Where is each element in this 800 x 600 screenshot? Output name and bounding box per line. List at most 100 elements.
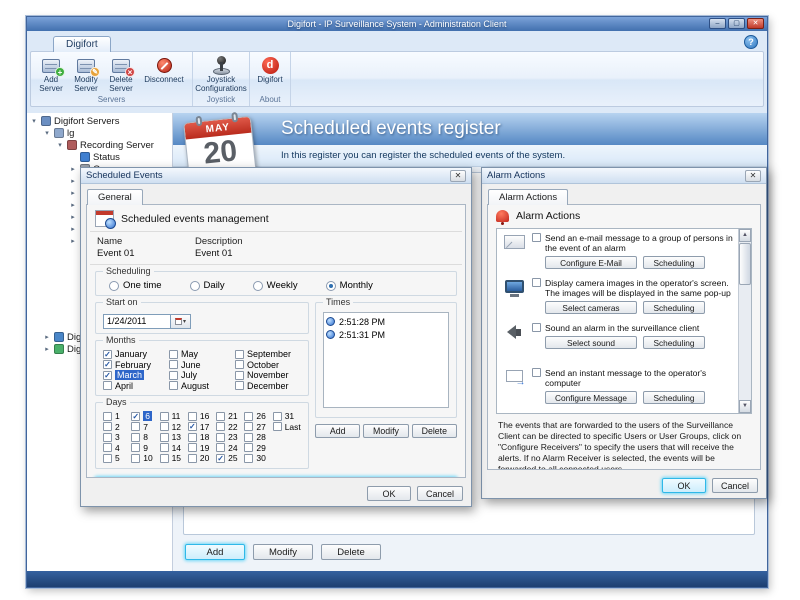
- day-checkbox-19[interactable]: 19: [188, 443, 216, 454]
- month-checkbox-january[interactable]: January: [103, 349, 169, 360]
- tree-expander-icon[interactable]: ▸: [69, 213, 77, 221]
- date-picker-button[interactable]: ▾: [171, 314, 191, 329]
- close-icon[interactable]: [745, 170, 761, 182]
- month-checkbox-august[interactable]: August: [169, 381, 235, 392]
- help-icon[interactable]: ?: [744, 35, 758, 49]
- month-checkbox-march[interactable]: March: [103, 370, 169, 381]
- joystick-configurations-button[interactable]: Joystick Configurations: [197, 54, 245, 94]
- tree-item-status[interactable]: Status: [27, 151, 172, 163]
- action-scheduling-button[interactable]: Scheduling: [643, 301, 705, 314]
- month-checkbox-december[interactable]: December: [235, 381, 301, 392]
- tree-expander-icon[interactable]: ▾: [56, 141, 64, 149]
- action-configure-message-button[interactable]: Configure Message: [545, 391, 637, 404]
- day-checkbox-13[interactable]: 13: [160, 432, 188, 443]
- scheduled-cancel-button[interactable]: Cancel: [417, 486, 463, 501]
- radio-monthly[interactable]: Monthly: [326, 280, 373, 291]
- alarm-cancel-button[interactable]: Cancel: [712, 478, 758, 493]
- day-checkbox-24[interactable]: 24: [216, 443, 244, 454]
- minimize-button[interactable]: –: [709, 18, 726, 29]
- day-checkbox-22[interactable]: 22: [216, 422, 244, 433]
- day-checkbox-7[interactable]: 7: [131, 422, 159, 433]
- tree-expander-icon[interactable]: ▸: [69, 165, 77, 173]
- tree-expander-icon[interactable]: ▸: [43, 333, 51, 341]
- times-modify-button[interactable]: Modify: [363, 424, 408, 438]
- day-checkbox-3[interactable]: 3: [103, 432, 131, 443]
- tree-expander-icon[interactable]: ▸: [69, 201, 77, 209]
- maximize-button[interactable]: ▢: [728, 18, 745, 29]
- month-checkbox-september[interactable]: September: [235, 349, 301, 360]
- checkbox-icon[interactable]: [532, 233, 541, 242]
- day-checkbox-10[interactable]: 10: [131, 453, 159, 464]
- tree-item-lg[interactable]: ▾lg: [27, 127, 172, 139]
- day-checkbox-4[interactable]: 4: [103, 443, 131, 454]
- close-button[interactable]: ✕: [747, 18, 764, 29]
- day-checkbox-28[interactable]: 28: [244, 432, 272, 443]
- disconnect-button[interactable]: Disconnect: [140, 54, 188, 85]
- month-checkbox-october[interactable]: October: [235, 360, 301, 371]
- day-checkbox-11[interactable]: 11: [160, 411, 188, 422]
- window-titlebar[interactable]: Digifort - IP Surveillance System - Admi…: [27, 17, 767, 31]
- times-delete-button[interactable]: Delete: [412, 424, 457, 438]
- scrollbar-thumb[interactable]: [739, 243, 751, 285]
- checkbox-icon[interactable]: [532, 278, 541, 287]
- tree-expander-icon[interactable]: ▸: [69, 177, 77, 185]
- tree-expander-icon[interactable]: ▸: [69, 237, 77, 245]
- checkbox-icon[interactable]: [532, 368, 541, 377]
- scroll-down-icon[interactable]: [739, 400, 751, 413]
- add-server-button[interactable]: + Add Server: [35, 54, 67, 94]
- alarm-ok-button[interactable]: OK: [662, 478, 706, 493]
- action-scheduling-button[interactable]: Scheduling: [643, 256, 705, 269]
- day-checkbox-27[interactable]: 27: [244, 422, 272, 433]
- tree-item-digifort-servers[interactable]: ▾Digifort Servers: [27, 115, 172, 127]
- checkbox-icon[interactable]: [532, 323, 541, 332]
- month-checkbox-june[interactable]: June: [169, 360, 235, 371]
- tree-expander-icon[interactable]: ▾: [30, 117, 38, 125]
- month-checkbox-may[interactable]: May: [169, 349, 235, 360]
- scheduled-ok-button[interactable]: OK: [367, 486, 411, 501]
- day-checkbox-5[interactable]: 5: [103, 453, 131, 464]
- day-checkbox-14[interactable]: 14: [160, 443, 188, 454]
- day-checkbox-31[interactable]: 31: [273, 411, 301, 422]
- description-value[interactable]: Event 01: [195, 248, 233, 259]
- day-checkbox-16[interactable]: 16: [188, 411, 216, 422]
- modify-event-button[interactable]: Modify: [253, 544, 313, 560]
- tree-expander-icon[interactable]: ▸: [43, 345, 51, 353]
- time-entry[interactable]: 2:51:31 PM: [326, 328, 446, 341]
- day-checkbox-18[interactable]: 18: [188, 432, 216, 443]
- day-checkbox-30[interactable]: 30: [244, 453, 272, 464]
- action-configure-e-mail-button[interactable]: Configure E-Mail: [545, 256, 637, 269]
- tab-alarm-actions[interactable]: Alarm Actions: [488, 189, 568, 205]
- day-checkbox-15[interactable]: 15: [160, 453, 188, 464]
- day-checkbox-8[interactable]: 8: [131, 432, 159, 443]
- day-checkbox-26[interactable]: 26: [244, 411, 272, 422]
- add-event-button[interactable]: Add: [185, 544, 245, 560]
- day-checkbox-21[interactable]: 21: [216, 411, 244, 422]
- day-checkbox-9[interactable]: 9: [131, 443, 159, 454]
- digifort-about-button[interactable]: d Digifort: [254, 54, 286, 85]
- modify-server-button[interactable]: ✎ Modify Server: [70, 54, 102, 94]
- tab-general[interactable]: General: [87, 189, 143, 205]
- action-scheduling-button[interactable]: Scheduling: [643, 391, 705, 404]
- day-checkbox-2[interactable]: 2: [103, 422, 131, 433]
- tab-digifort[interactable]: Digifort: [53, 36, 111, 52]
- delete-server-button[interactable]: × Delete Server: [105, 54, 137, 94]
- day-checkbox-17[interactable]: 17: [188, 422, 216, 433]
- scrollbar[interactable]: [738, 229, 751, 413]
- configure-actions-button[interactable]: Configure Actions: [95, 477, 457, 479]
- scroll-up-icon[interactable]: [739, 229, 751, 242]
- action-scheduling-button[interactable]: Scheduling: [643, 336, 705, 349]
- time-entry[interactable]: 2:51:28 PM: [326, 315, 446, 328]
- start-date-input[interactable]: 1/24/2011: [103, 314, 171, 329]
- close-icon[interactable]: [450, 170, 466, 182]
- month-checkbox-november[interactable]: November: [235, 370, 301, 381]
- radio-daily[interactable]: Daily: [190, 280, 225, 291]
- radio-weekly[interactable]: Weekly: [253, 280, 298, 291]
- month-checkbox-july[interactable]: July: [169, 370, 235, 381]
- name-value[interactable]: Event 01: [97, 248, 195, 259]
- month-checkbox-february[interactable]: February: [103, 360, 169, 371]
- tree-expander-icon[interactable]: ▾: [43, 129, 51, 137]
- day-checkbox-20[interactable]: 20: [188, 453, 216, 464]
- day-checkbox-29[interactable]: 29: [244, 443, 272, 454]
- tree-expander-icon[interactable]: ▸: [69, 225, 77, 233]
- tree-item-recording-server[interactable]: ▾Recording Server: [27, 139, 172, 151]
